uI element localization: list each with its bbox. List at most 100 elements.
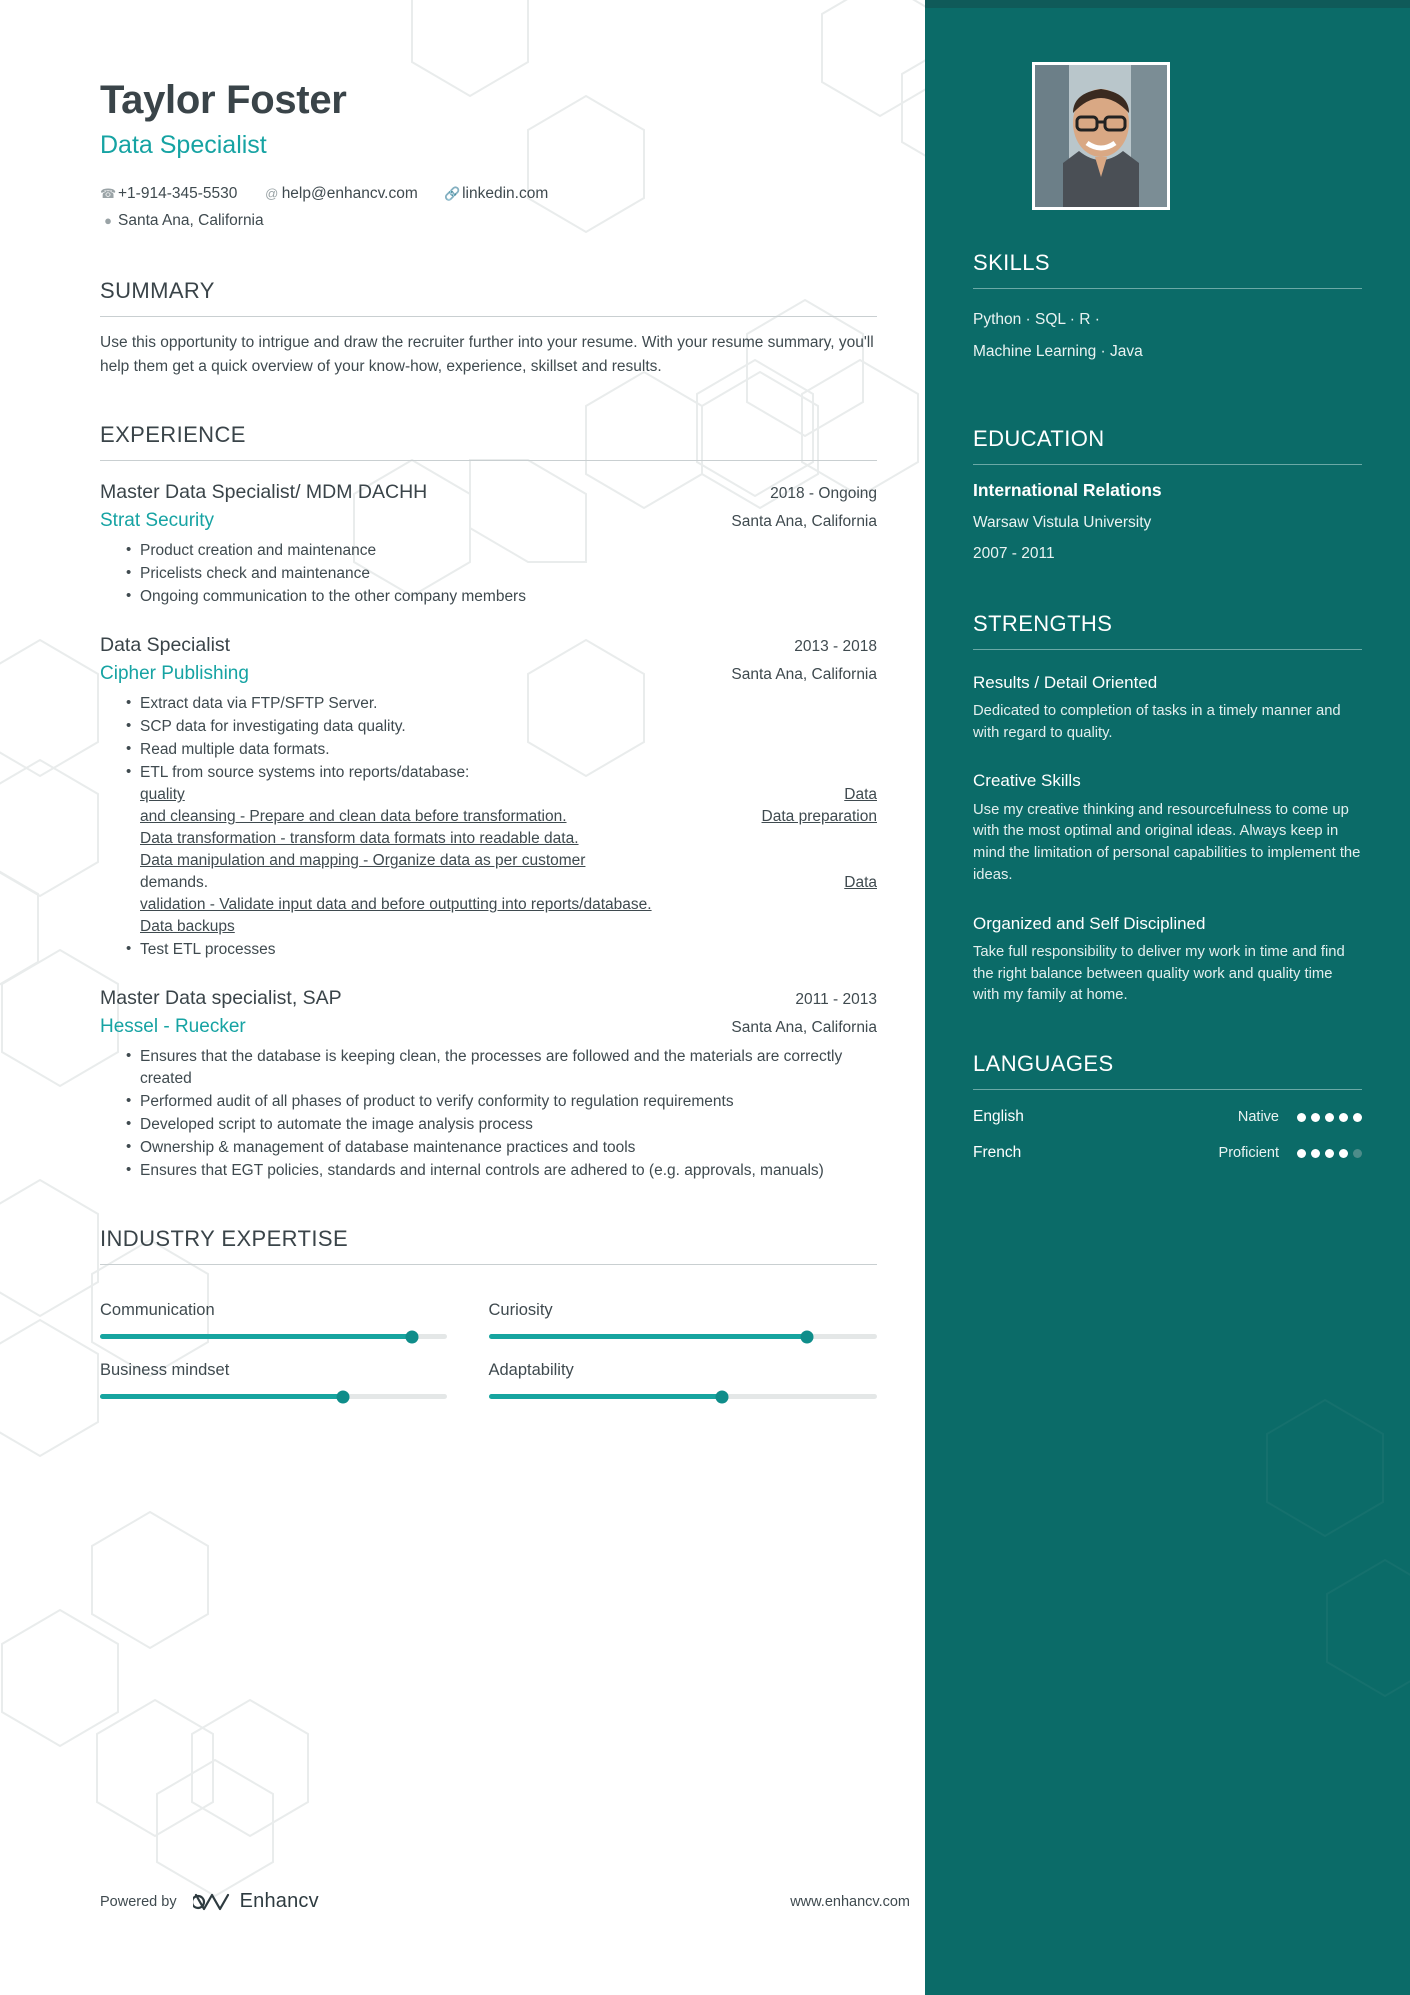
industry-expertise-divider (100, 1264, 877, 1266)
contact-email: @ help@enhancv.com (264, 180, 418, 207)
job-location: Santa Ana, California (731, 666, 877, 684)
job-date: 2018 - Ongoing (770, 485, 877, 503)
job-location: Santa Ana, California (731, 1019, 877, 1037)
etl-line-6: validation - Validate input data and bef… (140, 894, 877, 916)
education-degree: International Relations (973, 479, 1162, 500)
linkedin-value: linkedin.com (462, 185, 549, 202)
strengths-title: STRENGTHS (973, 610, 1113, 636)
job-bullet-etl: ETL from source systems into reports/dat… (126, 761, 877, 938)
resume-page: SKILLS Python · SQL · R · Machine Learni… (0, 0, 1410, 1995)
main-column: Taylor Foster Data Specialist ☎ +1-914-34… (0, 78, 925, 1404)
expertise-slider: Business mindset (100, 1361, 489, 1404)
etl-line-5: demands. Data (140, 872, 877, 894)
etl-fragment: and cleansing - Prepare and clean data b… (140, 806, 567, 828)
experience-title: EXPERIENCE (100, 422, 246, 448)
contact-linkedin[interactable]: 🔗 linkedin.com (444, 180, 548, 207)
slider-knob[interactable] (800, 1330, 814, 1344)
slider-track[interactable] (488, 1330, 877, 1344)
etl-underline: Data manipulation and mapping - Organize… (140, 852, 586, 870)
at-icon: @ (265, 186, 279, 201)
job-bullet: Read multiple data formats. (126, 738, 877, 761)
job-bullet: Ownership & management of database maint… (126, 1136, 877, 1159)
rating-dot (1297, 1148, 1306, 1158)
location-pin-icon: ● (104, 213, 112, 229)
slider-fill (488, 1334, 808, 1340)
slider-fill (100, 1394, 343, 1400)
slider-track[interactable] (100, 1390, 447, 1404)
experience-subheader: Hessel - Ruecker Santa Ana, California (100, 1016, 877, 1038)
language-row: English Native (973, 1108, 1362, 1126)
experience-item: Data Specialist 2013 - 2018 Cipher Publi… (100, 634, 877, 961)
job-bullet: Performed audit of all phases of product… (126, 1090, 877, 1113)
summary-text: Use this opportunity to intrigue and dra… (100, 334, 874, 375)
job-bullet: Ensures that EGT policies, standards and… (126, 1159, 877, 1182)
phone-icon: ☎ (100, 186, 117, 201)
strength-item: Organized and Self Disciplined Take full… (973, 913, 1362, 1008)
job-role: Data Specialist (100, 634, 231, 657)
skills-divider (973, 288, 1362, 289)
slider-label: Communication (100, 1301, 215, 1320)
contact-info: ☎ +1-914-345-5530 @ help@enhancv.com 🔗 link… (100, 180, 877, 234)
job-bullet: Pricelists check and maintenance (126, 562, 877, 585)
expertise-slider: Communication (100, 1301, 489, 1344)
job-company: Hessel - Ruecker (100, 1016, 246, 1038)
slider-knob[interactable] (336, 1390, 350, 1404)
rating-dot (1339, 1112, 1348, 1122)
enhancv-logo-icon (192, 1893, 229, 1910)
strength-title: Creative Skills (973, 771, 1081, 791)
section-experience: EXPERIENCE Master Data Specialist/ MDM D… (100, 422, 877, 1182)
slider-label: Business mindset (100, 1361, 230, 1380)
job-bullet: Developed script to automate the image a… (126, 1113, 877, 1136)
job-company: Cipher Publishing (100, 663, 249, 685)
strength-description: Take full responsibility to deliver my w… (973, 943, 1345, 1004)
header-job-title: Data Specialist (100, 131, 267, 159)
experience-subheader: Strat Security Santa Ana, California (100, 510, 877, 532)
slider-track[interactable] (100, 1330, 447, 1344)
rating-dot (1311, 1148, 1320, 1158)
location-value: Santa Ana, California (118, 212, 264, 230)
skills-line-1: Python · SQL · R · (973, 311, 1100, 328)
expertise-sliders: Communication Curiosity Business mindset (100, 1279, 877, 1404)
job-bullets: Product creation and maintenance Priceli… (100, 539, 877, 608)
strengths-divider (973, 648, 1362, 650)
skills-title: SKILLS (973, 250, 1051, 275)
language-rating-dots (1297, 1148, 1362, 1158)
slider-label: Adaptability (488, 1361, 574, 1380)
sidebar-section-strengths: STRENGTHS Results / Detail Oriented Dedi… (973, 611, 1362, 1008)
education-school: Warsaw Vistula University (973, 513, 1152, 531)
experience-divider (100, 460, 877, 462)
slider-knob[interactable] (715, 1390, 729, 1404)
strength-description: Dedicated to completion of tasks in a ti… (973, 702, 1341, 741)
etl-line-4: Data manipulation and mapping - Organize… (140, 850, 877, 872)
rating-dot (1353, 1148, 1362, 1158)
languages-divider (973, 1089, 1362, 1091)
etl-fragment: Data (844, 874, 877, 892)
etl-underline: validation - Validate input data and bef… (140, 896, 652, 914)
expertise-slider: Curiosity (488, 1301, 877, 1344)
slider-label: Curiosity (488, 1301, 553, 1320)
etl-underline: Data transformation - transform data for… (140, 830, 579, 848)
job-company: Strat Security (100, 510, 215, 532)
sidebar-section-skills: SKILLS Python · SQL · R · Machine Learni… (973, 250, 1362, 368)
experience-header: Master Data Specialist/ MDM DACHH 2018 -… (100, 481, 877, 504)
contact-location: ● Santa Ana, California (100, 207, 877, 234)
section-industry-expertise: INDUSTRY EXPERTISE Communication Curiosi… (100, 1226, 877, 1404)
job-date: 2013 - 2018 (794, 638, 877, 656)
etl-fragment: Data preparation (761, 808, 877, 826)
rating-dot (1325, 1148, 1334, 1158)
section-summary: SUMMARY Use this opportunity to intrigue… (100, 278, 877, 378)
etl-line-3: Data transformation - transform data for… (140, 828, 877, 850)
slider-knob[interactable] (405, 1330, 419, 1344)
page-footer: Powered by Enhancv www.enhancv.com (100, 1890, 910, 1913)
language-rating-dots (1297, 1112, 1362, 1122)
experience-item: Master Data Specialist/ MDM DACHH 2018 -… (100, 481, 877, 608)
slider-fill (100, 1334, 412, 1340)
education-divider (973, 463, 1362, 465)
summary-divider (100, 316, 877, 318)
experience-item: Master Data specialist, SAP 2011 - 2013 … (100, 987, 877, 1182)
etl-underline: Data backups (140, 918, 235, 936)
job-location: Santa Ana, California (731, 513, 877, 531)
skills-line-2: Machine Learning · Java (973, 342, 1143, 360)
brand-logo: Enhancv (192, 1890, 319, 1913)
slider-track[interactable] (488, 1390, 877, 1404)
